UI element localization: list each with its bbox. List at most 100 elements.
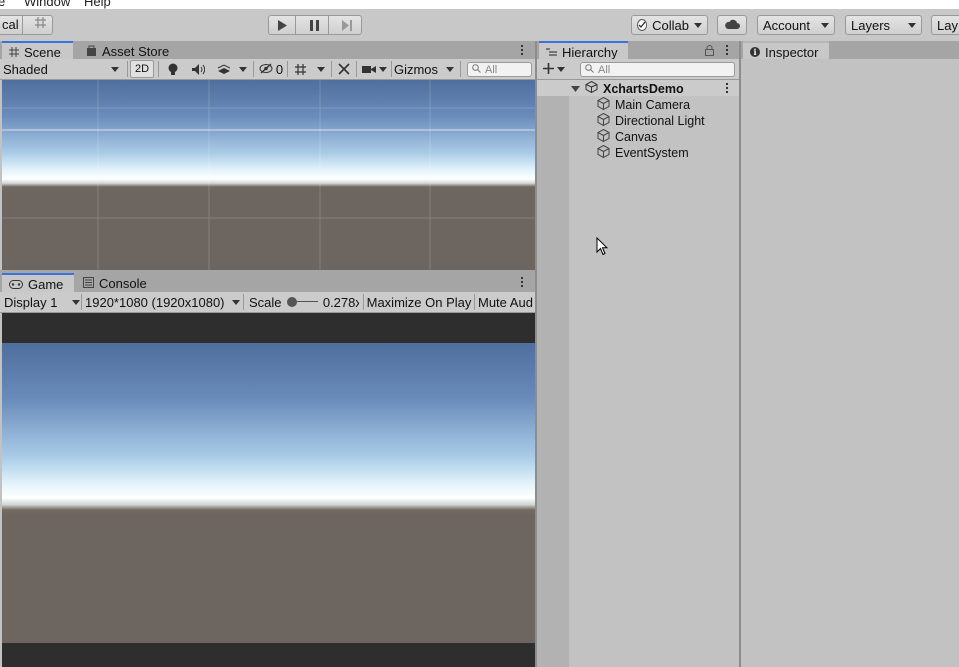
menu-item-window[interactable]: Window	[24, 0, 70, 9]
inspector-content	[741, 59, 959, 667]
collab-dropdown[interactable]: Collab	[631, 15, 708, 35]
scale-value: 0.278x	[322, 294, 359, 310]
tools-icon[interactable]	[335, 60, 353, 78]
tab-inspector-label: Inspector	[765, 44, 819, 60]
tab-console[interactable]: Console	[76, 273, 154, 293]
unity-scene-icon	[585, 80, 598, 96]
play-icon[interactable]	[269, 16, 297, 34]
gameobject-cube-icon	[597, 112, 610, 129]
chevron-down-icon	[72, 299, 80, 305]
hierarchy-toolbar: All	[537, 59, 739, 80]
game-view-sky[interactable]	[2, 343, 535, 515]
display-label: Display 1	[4, 294, 58, 310]
gamepad-icon	[9, 277, 23, 292]
playback-controls	[268, 15, 362, 35]
list-item-label: Main Camera	[615, 98, 691, 112]
account-dropdown[interactable]: Account	[757, 15, 835, 35]
scene-tab-bar: Scene Asset Store	[0, 41, 535, 61]
console-icon	[83, 276, 94, 291]
scene-view-sky[interactable]	[2, 80, 535, 190]
tab-console-label: Console	[99, 275, 147, 291]
tab-hierarchy-label: Hierarchy	[562, 44, 618, 60]
scene-root-item[interactable]: XchartsDemo	[571, 80, 684, 96]
chevron-down-icon[interactable]	[314, 60, 328, 78]
tab-scene-label: Scene	[24, 44, 61, 60]
tab-asset-store[interactable]: Asset Store	[79, 41, 176, 61]
gizmos-button[interactable]: Gizmos	[393, 60, 439, 78]
gizmos-label: Gizmos	[393, 61, 439, 77]
toggle-2d-button[interactable]: 2D	[130, 60, 154, 78]
pivot-toggle-group: cal	[0, 15, 53, 35]
more-options-icon[interactable]	[726, 45, 729, 55]
lightbulb-icon[interactable]	[163, 60, 183, 78]
pause-icon[interactable]	[301, 16, 329, 34]
scene-visibility-toggle[interactable]: 0	[257, 60, 285, 78]
game-view-letterbox-top	[2, 313, 535, 343]
grid-toggle-icon[interactable]	[290, 60, 310, 78]
list-item[interactable]: Directional Light	[597, 112, 705, 129]
hierarchy-gutter	[537, 80, 569, 667]
audio-icon[interactable]	[188, 60, 208, 78]
game-view-letterbox-bottom	[2, 643, 535, 667]
mouse-cursor-icon	[596, 236, 609, 259]
list-item-label: EventSystem	[615, 146, 689, 160]
grid-icon	[9, 45, 19, 60]
list-item[interactable]: Main Camera	[597, 96, 691, 113]
scene-search-input[interactable]: All	[467, 62, 532, 77]
effects-icon[interactable]	[213, 60, 233, 78]
grid-snap-icon[interactable]	[28, 16, 52, 34]
list-icon	[546, 45, 557, 60]
tab-inspector[interactable]: i Inspector	[743, 41, 829, 61]
local-toggle[interactable]: cal	[0, 16, 24, 34]
layout-dropdown[interactable]: Lay	[931, 15, 959, 35]
triangle-down-icon[interactable]	[571, 82, 580, 96]
more-options-icon[interactable]	[726, 83, 729, 93]
maximize-on-play-toggle[interactable]: Maximize On Play	[366, 293, 472, 311]
more-options-icon[interactable]	[521, 277, 524, 287]
mute-audio-label: Mute Aud	[478, 294, 533, 310]
cloud-button[interactable]	[717, 15, 747, 35]
chevron-down-icon	[908, 22, 916, 28]
chevron-down-icon[interactable]	[236, 60, 250, 78]
game-view-ground[interactable]	[2, 515, 535, 643]
scale-slider[interactable]: Scale 0.278x	[249, 293, 359, 311]
menu-item-help[interactable]: Help	[84, 0, 111, 9]
gameobject-cube-icon	[597, 96, 610, 113]
layers-dropdown[interactable]: Layers	[845, 15, 922, 35]
scale-slider-handle[interactable]	[286, 297, 297, 307]
cloud-icon	[724, 18, 740, 33]
account-label: Account	[763, 17, 810, 33]
scene-name: XchartsDemo	[603, 81, 684, 96]
display-dropdown[interactable]: Display 1	[4, 293, 80, 311]
search-placeholder: All	[485, 63, 498, 76]
tab-scene[interactable]: Scene	[2, 41, 73, 61]
camera-icon[interactable]	[360, 60, 378, 78]
tab-asset-store-label: Asset Store	[102, 43, 170, 59]
checkmark-icon	[637, 19, 648, 31]
search-icon	[585, 63, 594, 76]
tab-game-label: Game	[28, 276, 64, 292]
chevron-down-icon[interactable]	[443, 60, 457, 78]
step-icon[interactable]	[334, 16, 361, 34]
scene-view-ground[interactable]	[2, 190, 535, 270]
list-item[interactable]: EventSystem	[597, 144, 689, 161]
list-item[interactable]: Canvas	[597, 128, 657, 145]
menu-item-edit[interactable]: e	[0, 0, 5, 9]
hierarchy-list	[569, 80, 739, 667]
scale-slider-track[interactable]	[286, 297, 318, 307]
resolution-label: 1920*1080 (1920x1080)	[85, 294, 225, 310]
chevron-down-icon[interactable]	[377, 60, 389, 78]
create-dropdown[interactable]	[541, 60, 567, 78]
shading-mode-dropdown[interactable]: Shaded	[3, 60, 123, 78]
shopping-bag-icon	[86, 44, 97, 59]
tab-game[interactable]: Game	[2, 273, 74, 293]
more-options-icon[interactable]	[521, 45, 524, 55]
hierarchy-search-input[interactable]: All	[580, 62, 735, 77]
tab-hierarchy[interactable]: Hierarchy	[539, 41, 628, 61]
maximize-on-play-label: Maximize On Play	[366, 294, 472, 310]
mute-audio-toggle[interactable]: Mute Aud	[478, 293, 535, 311]
layers-label: Layers	[851, 17, 891, 33]
lock-icon[interactable]	[705, 45, 714, 59]
resolution-dropdown[interactable]: 1920*1080 (1920x1080)	[85, 293, 240, 311]
search-placeholder: All	[598, 63, 611, 76]
